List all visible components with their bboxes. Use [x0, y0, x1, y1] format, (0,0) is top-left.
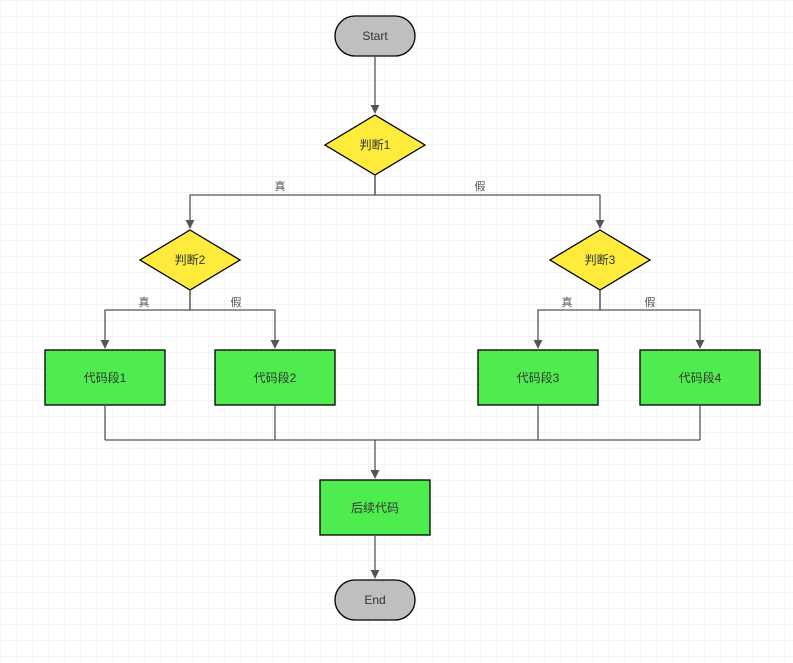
- node-end: End: [335, 580, 415, 620]
- node-decision-2-label: 判断2: [175, 252, 206, 267]
- node-process-1-label: 代码段1: [84, 370, 127, 385]
- node-end-label: End: [364, 593, 385, 607]
- node-after-label: 后续代码: [351, 501, 399, 515]
- edge-d3-false-label: 假: [645, 295, 656, 309]
- node-process-4: 代码段4: [640, 350, 760, 405]
- edge-d1-false-label: 假: [475, 179, 486, 193]
- node-process-4-label: 代码段4: [679, 370, 722, 385]
- edge-d1-true-label: 真: [275, 179, 286, 193]
- edge-d3-true-label: 真: [562, 295, 573, 309]
- node-start: Start: [335, 16, 415, 56]
- edge-d2-false-label: 假: [231, 295, 242, 309]
- flowchart: Start 判断1 真 假 判断2 真 假 判断3 真 假 代码段1 代码段2: [0, 0, 793, 663]
- node-decision-1: 判断1: [325, 115, 425, 175]
- node-process-2-label: 代码段2: [254, 370, 297, 385]
- node-decision-3-label: 判断3: [585, 252, 616, 267]
- node-process-3: 代码段3: [478, 350, 598, 405]
- node-decision-1-label: 判断1: [360, 137, 391, 152]
- node-process-2: 代码段2: [215, 350, 335, 405]
- node-decision-2: 判断2: [140, 230, 240, 290]
- node-start-label: Start: [362, 29, 388, 43]
- node-process-1: 代码段1: [45, 350, 165, 405]
- node-decision-3: 判断3: [550, 230, 650, 290]
- node-process-3-label: 代码段3: [517, 370, 560, 385]
- edge-d1-false: [375, 175, 600, 228]
- node-after: 后续代码: [320, 480, 430, 535]
- edge-d2-true-label: 真: [139, 295, 150, 309]
